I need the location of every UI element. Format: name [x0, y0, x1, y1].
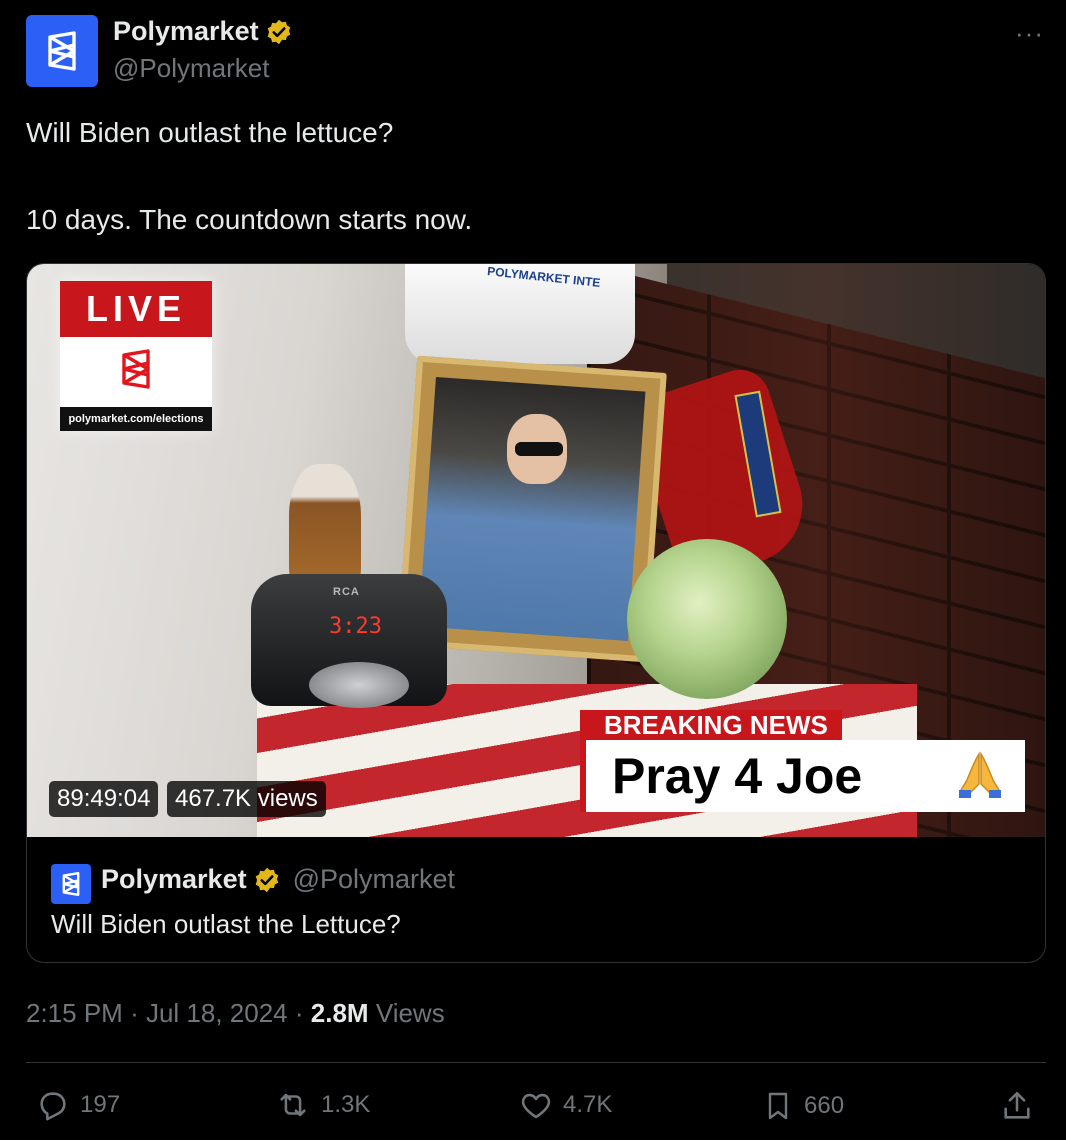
bookmark-button[interactable]: 660 [762, 1088, 844, 1124]
verified-badge-icon [267, 19, 290, 44]
post-time[interactable]: 2:15 PM [26, 998, 123, 1028]
share-button[interactable] [1000, 1088, 1034, 1124]
heart-icon [521, 1093, 551, 1119]
post-date[interactable]: Jul 18, 2024 [146, 998, 288, 1028]
repost-icon [280, 1093, 306, 1117]
reply-icon [40, 1092, 66, 1121]
bookmark-icon [768, 1092, 788, 1120]
meta-separator: · [294, 998, 304, 1028]
reply-count: 197 [80, 1091, 121, 1118]
author-name[interactable]: Polymarket [113, 16, 293, 47]
polymarket-logo-icon [48, 31, 76, 71]
breaking-news-banner: Pray 4 Joe [580, 740, 1025, 812]
live-badge: LIVE polymarket.com/elections [60, 281, 212, 431]
clock-brand: RCA [333, 586, 360, 598]
share-icon [1004, 1091, 1030, 1119]
live-url: polymarket.com/elections [60, 407, 212, 431]
quoted-text: Will Biden outlast the Lettuce? [51, 909, 401, 939]
video-duration: 89:49:04 [49, 781, 159, 817]
quoted-author-name[interactable]: Polymarket [101, 864, 247, 895]
clock-knob [309, 662, 409, 708]
tweet-text-line-2: 10 days. The countdown starts now. [26, 204, 473, 235]
views-label: Views [375, 998, 445, 1028]
repost-button[interactable]: 1.3K [275, 1088, 370, 1122]
repost-count: 1.3K [321, 1091, 371, 1118]
like-button[interactable]: 4.7K [519, 1088, 612, 1122]
author-handle[interactable]: @Polymarket [113, 53, 269, 84]
live-label: LIVE [60, 281, 212, 337]
more-options-icon[interactable]: ··· [1015, 18, 1044, 49]
video-player[interactable]: POLYMARKET INTE RCA 3:23 LIVE polymarket… [27, 264, 1045, 837]
video-views: 467.7K views [167, 781, 326, 817]
reply-button[interactable]: 197 [36, 1088, 120, 1122]
photo-sunglasses [515, 442, 563, 456]
quoted-author[interactable]: Polymarket @Polymarket [101, 864, 455, 895]
praying-hands-icon [957, 750, 1003, 805]
meta-separator: · [130, 998, 139, 1028]
polymarket-logo-icon [62, 872, 80, 896]
polymarket-logo-icon [116, 347, 156, 396]
author-name-text[interactable]: Polymarket [113, 16, 259, 47]
breaking-news-label: BREAKING NEWS [580, 710, 842, 740]
like-count: 4.7K [563, 1091, 613, 1118]
quoted-avatar[interactable] [51, 864, 91, 904]
quoted-post-card[interactable]: POLYMARKET INTE RCA 3:23 LIVE polymarket… [26, 263, 1046, 963]
bookmark-count: 660 [804, 1092, 845, 1119]
avatar[interactable] [26, 15, 98, 87]
view-count: 2.8M [310, 998, 369, 1028]
quoted-author-handle[interactable]: @Polymarket [293, 864, 455, 895]
clock-time: 3:23 [329, 614, 382, 639]
tweet-text-line-1: Will Biden outlast the lettuce? [26, 117, 394, 148]
verified-badge-icon [255, 867, 278, 892]
divider [26, 1062, 1046, 1063]
lettuce-head [627, 539, 787, 699]
post-meta: 2:15 PM · Jul 18, 2024 · 2.8M Views [26, 998, 445, 1029]
breaking-news-text: Pray 4 Joe [612, 748, 863, 804]
